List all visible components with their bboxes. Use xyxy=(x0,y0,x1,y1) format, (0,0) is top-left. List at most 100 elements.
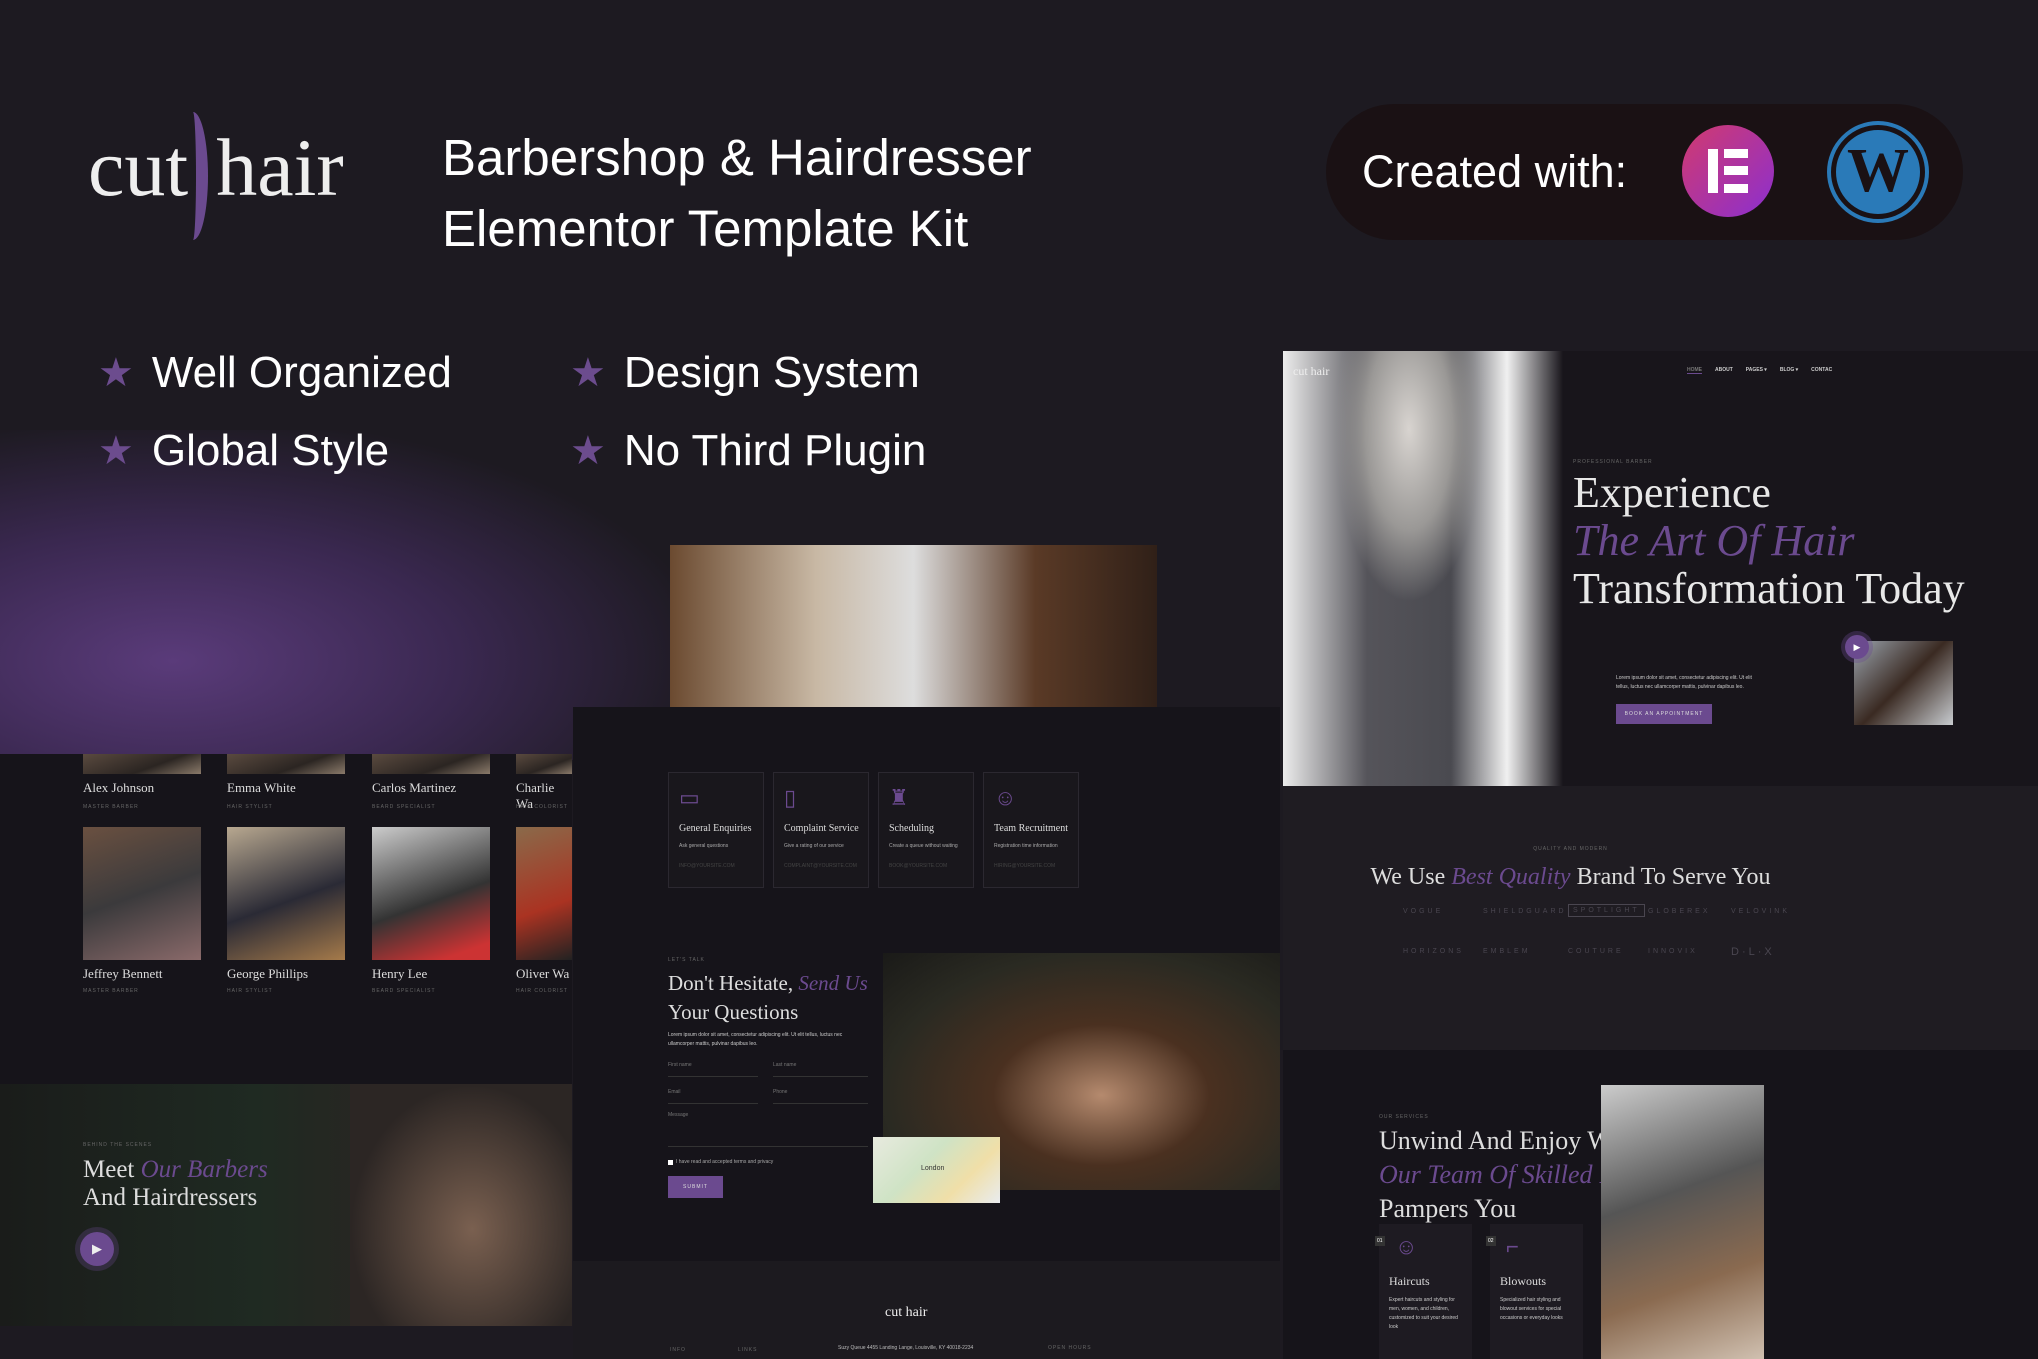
service-title: Haircuts xyxy=(1389,1274,1430,1288)
team-preview: Alex Johnson Emma White Carlos Martinez … xyxy=(0,754,572,1326)
meet-barbers-banner: BEHIND THE SCENES Meet Our Barbers And Ha… xyxy=(0,1084,572,1326)
play-button[interactable]: ▶ xyxy=(1845,635,1869,659)
nav-contact[interactable]: CONTAC xyxy=(1811,367,1832,374)
brand-logo-item: SHIELDGUARD xyxy=(1483,908,1567,915)
services-preview: OUR SERVICES Unwind And Enjoy While Our … xyxy=(1283,1050,2038,1359)
book-icon: ▯ xyxy=(784,785,797,810)
nav-home[interactable]: HOME xyxy=(1687,367,1702,374)
member-role: HAIR STYLIST xyxy=(227,988,273,994)
created-with-badge: Created with: W xyxy=(1326,104,1963,240)
card-title: General Enquiries xyxy=(679,823,752,834)
card-desc: Ask general questions xyxy=(679,843,729,849)
haircut-icon: ☺ xyxy=(1395,1234,1418,1259)
logo-hair: hair xyxy=(216,121,344,213)
feature-no-third-plugin: ★ No Third Plugin xyxy=(570,426,926,476)
card-email[interactable]: COMPLAINT@YOURSITE.COM xyxy=(784,863,857,869)
member-role: MASTER BARBER xyxy=(83,988,139,994)
last-name-field[interactable]: Last name xyxy=(773,1062,868,1077)
footer-hours: OPEN HOURS xyxy=(1048,1345,1092,1351)
footer-preview: cut hair INFO LINKS Suzy Queue 4455 Land… xyxy=(573,1261,1280,1359)
brand-logo-item: VELOVINK xyxy=(1731,908,1791,915)
member-name: Oliver Wa xyxy=(516,966,570,981)
barber-photo xyxy=(350,1084,572,1326)
card-email[interactable]: BOOK@YOURSITE.COM xyxy=(889,863,947,869)
card-desc: Give a rating of our service xyxy=(784,843,844,849)
hero-logo: cut hair xyxy=(1293,364,1330,378)
feature-global-style: ★ Global Style xyxy=(98,426,389,476)
play-button[interactable]: ▶ xyxy=(80,1232,114,1266)
blowout-photo xyxy=(1601,1085,1764,1359)
card-email[interactable]: HIRING@YOURSITE.COM xyxy=(994,863,1055,869)
brands-label: QUALITY AND MODERN xyxy=(1533,846,1608,852)
service-desc: Specialized hair styling and blowout ser… xyxy=(1500,1297,1563,1321)
footer-links: LINKS xyxy=(738,1347,758,1353)
brand-logo-item: SPOTLIGHT xyxy=(1568,904,1645,917)
barber-chair-icon: ♜ xyxy=(889,785,909,810)
page-title: Barbershop & Hairdresser Elementor Templ… xyxy=(442,122,1032,264)
member-name: Alex Johnson xyxy=(83,780,155,795)
contact-heading-accent: Send Us xyxy=(798,971,868,995)
hero-text: Lorem ipsum dolor sit amet, consectetur … xyxy=(1616,675,1752,690)
contact-heading: Don't Hesitate, Send Us Your Questions xyxy=(668,969,868,1027)
feature-label: Well Organized xyxy=(151,348,452,397)
brands-heading-text: Brand To Serve You xyxy=(1570,864,1771,890)
brand-logo-item: EMBLEM xyxy=(1483,948,1531,955)
wordpress-icon: W xyxy=(1831,125,1925,219)
member-role: BEARD SPECIALIST xyxy=(372,804,436,810)
elementor-icon xyxy=(1682,125,1774,217)
brand-logo-item: D·L·X xyxy=(1731,946,1775,958)
member-role: HAIR STYLIST xyxy=(227,804,273,810)
book-appointment-button[interactable]: BOOK AN APPOINTMENT xyxy=(1616,704,1712,724)
member-name: George Phillips xyxy=(227,966,309,981)
team-photo xyxy=(516,754,572,774)
submit-button[interactable]: SUBMIT xyxy=(668,1176,723,1198)
nav-pages[interactable]: PAGES ▾ xyxy=(1746,367,1767,374)
bearded-man-icon: ☺ xyxy=(994,785,1017,810)
feature-well-organized: ★ Well Organized xyxy=(98,348,452,398)
phone-field[interactable]: Phone xyxy=(773,1089,868,1104)
meet-heading-text: And Hairdressers xyxy=(83,1184,258,1211)
feature-label: Global Style xyxy=(151,426,390,475)
brands-heading: We Use Best Quality Brand To Serve You xyxy=(1283,864,1858,891)
brands-preview: QUALITY AND MODERN We Use Best Quality B… xyxy=(1283,786,2038,1050)
services-label: OUR SERVICES xyxy=(1379,1114,1429,1120)
contact-card: ☺ Team Recruitment Registration time inf… xyxy=(983,772,1079,888)
contact-card: ▯ Complaint Service Give a rating of our… xyxy=(773,772,869,888)
member-name: Emma White xyxy=(227,780,296,795)
hero-heading: Experience The Art Of Hair Transformatio… xyxy=(1573,469,1965,613)
hair-dryer-icon: ⌐ xyxy=(1506,1234,1519,1259)
consent-checkbox[interactable] xyxy=(668,1160,673,1165)
nav-about[interactable]: ABOUT xyxy=(1715,367,1733,374)
card-email[interactable]: INFO@YOURSITE.COM xyxy=(679,863,735,869)
feature-design-system: ★ Design System xyxy=(570,348,920,398)
team-photo xyxy=(516,827,572,960)
logo-arc xyxy=(178,112,209,240)
service-title: Blowouts xyxy=(1500,1274,1547,1288)
star-icon: ★ xyxy=(98,351,134,395)
contact-heading-text: Your Questions xyxy=(668,1000,799,1024)
message-field[interactable]: Message xyxy=(668,1112,868,1147)
contact-card: ♜ Scheduling Create a queue without wait… xyxy=(878,772,974,888)
map[interactable]: London xyxy=(873,1137,1000,1203)
meet-heading-text: Meet xyxy=(83,1156,141,1183)
team-photo xyxy=(372,754,490,774)
title-line-1: Barbershop & Hairdresser xyxy=(442,129,1032,186)
hero-line: Experience xyxy=(1573,468,1771,517)
consent-label: I have read and accepted terms and priva… xyxy=(676,1159,774,1165)
member-name: Jeffrey Bennett xyxy=(83,966,163,981)
first-name-field[interactable]: First name xyxy=(668,1062,758,1077)
member-role: HAIR COLORIST xyxy=(516,804,568,810)
nav-blog[interactable]: BLOG ▾ xyxy=(1780,367,1798,374)
card-title: Team Recruitment xyxy=(994,823,1068,834)
team-photo xyxy=(83,827,201,960)
barbershop-photo xyxy=(670,545,1157,707)
email-field[interactable]: Email xyxy=(668,1089,758,1104)
team-photo xyxy=(227,754,345,774)
brands-heading-text: We Use xyxy=(1370,864,1452,890)
feature-label: Design System xyxy=(623,348,920,397)
footer-address: Suzy Queue 4455 Landing Lange, Louisvill… xyxy=(838,1345,974,1351)
contact-label: LET'S TALK xyxy=(668,957,705,963)
footer-info: INFO xyxy=(670,1347,686,1353)
star-icon: ★ xyxy=(570,351,606,395)
hero-nav: HOME ABOUT PAGES ▾ BLOG ▾ CONTAC xyxy=(1687,367,1832,374)
